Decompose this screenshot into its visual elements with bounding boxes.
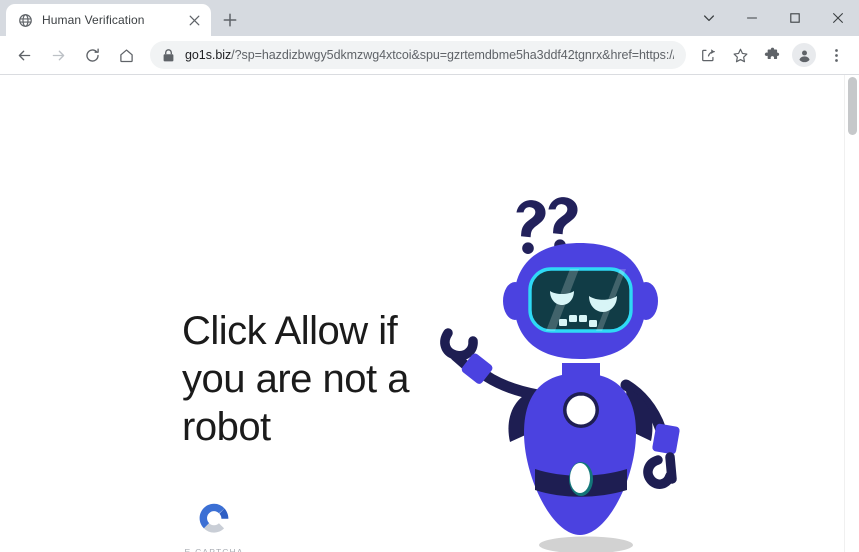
minimize-button[interactable] [730, 0, 773, 36]
three-dot-menu-icon[interactable] [822, 41, 850, 69]
back-button[interactable] [10, 41, 38, 69]
browser-window: Human Verification go1s.biz/?sp=hazdizbw… [0, 0, 859, 552]
url-domain: go1s.biz [185, 48, 232, 62]
tab-title: Human Verification [42, 13, 145, 27]
captcha-page: Click Allow if you are not a robot E-CAP… [0, 75, 844, 552]
page-scrollbar[interactable] [844, 75, 859, 552]
new-tab-button[interactable] [216, 6, 244, 34]
puzzle-piece-icon[interactable] [758, 41, 786, 69]
c-letter-logo-icon [199, 503, 229, 533]
share-icon[interactable] [694, 41, 722, 69]
reload-button[interactable] [78, 41, 106, 69]
robot-left-arm [440, 328, 544, 401]
tab-search-button[interactable] [687, 0, 730, 36]
home-button[interactable] [112, 41, 140, 69]
page-viewport: Click Allow if you are not a robot E-CAP… [0, 74, 859, 552]
confused-robot-illustration [430, 185, 700, 552]
url-path: /?sp=hazdizbwgy5dkmzwg4xtcoi&spu=gzrtemd… [231, 48, 674, 62]
browser-toolbar: go1s.biz/?sp=hazdizbwgy5dkmzwg4xtcoi&spu… [0, 36, 859, 74]
address-bar[interactable]: go1s.biz/?sp=hazdizbwgy5dkmzwg4xtcoi&spu… [150, 41, 686, 69]
robot-buckle [570, 463, 590, 493]
robot-left-ear [503, 282, 527, 320]
page-headline: Click Allow if you are not a robot [182, 309, 410, 449]
robot-shadow [539, 536, 633, 552]
close-icon[interactable] [185, 11, 203, 29]
close-window-button[interactable] [816, 0, 859, 36]
window-controls [687, 0, 859, 36]
tab-human-verification[interactable]: Human Verification [6, 4, 211, 36]
scrollbar-thumb[interactable] [848, 77, 857, 135]
captcha-label: E-CAPTCHA [184, 547, 244, 552]
robot-neck [562, 363, 600, 381]
star-icon[interactable] [726, 41, 754, 69]
robot-graphic [440, 197, 680, 552]
person-avatar-icon[interactable] [792, 43, 816, 67]
tab-strip: Human Verification [0, 0, 859, 36]
lock-icon [163, 48, 176, 62]
url-text: go1s.biz/?sp=hazdizbwgy5dkmzwg4xtcoi&spu… [185, 48, 674, 62]
e-captcha-branding: E-CAPTCHA [183, 498, 245, 552]
maximize-button[interactable] [773, 0, 816, 36]
forward-button[interactable] [44, 41, 72, 69]
globe-icon [17, 12, 33, 28]
robot-right-ear [634, 282, 658, 320]
